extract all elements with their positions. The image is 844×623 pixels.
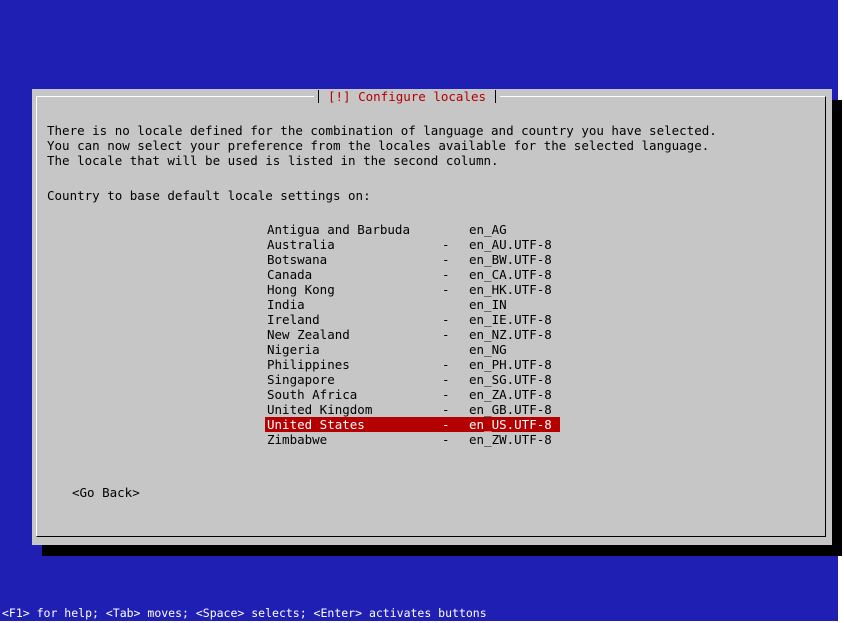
country-name: Botswana xyxy=(267,252,328,267)
locale-code: en_BW.UTF-8 xyxy=(469,252,552,267)
locale-code: en_SG.UTF-8 xyxy=(469,372,552,387)
help-status-bar: <F1> for help; <Tab> moves; <Space> sele… xyxy=(2,606,487,620)
country-name: Australia xyxy=(267,237,335,252)
country-list-item[interactable]: Singapore - en_SG.UTF-8 xyxy=(32,372,832,387)
country-separator: - xyxy=(442,327,450,342)
locale-code: en_IN xyxy=(469,297,507,312)
country-name: New Zealand xyxy=(267,327,350,342)
country-name: United States xyxy=(267,417,365,432)
country-list-item[interactable]: United Kingdom - en_GB.UTF-8 xyxy=(32,402,832,417)
country-name: Nigeria xyxy=(267,342,320,357)
country-separator: - xyxy=(442,432,450,447)
country-list-item[interactable]: Antigua and Barbuda en_AG xyxy=(32,222,832,237)
country-name: United Kingdom xyxy=(267,402,373,417)
country-name: Antigua and Barbuda xyxy=(267,222,410,237)
dialog-message-line: You can now select your preference from … xyxy=(47,138,710,153)
country-separator: - xyxy=(442,417,450,432)
locale-code: en_US.UTF-8 xyxy=(469,417,552,432)
country-separator: - xyxy=(442,312,450,327)
country-separator: - xyxy=(442,357,450,372)
dialog-title: [!] Configure locales xyxy=(314,89,501,104)
country-list-item[interactable]: Philippines - en_PH.UTF-8 xyxy=(32,357,832,372)
locale-code: en_NG xyxy=(469,342,507,357)
country-name: Ireland xyxy=(267,312,320,327)
country-list-item[interactable]: South Africa - en_ZA.UTF-8 xyxy=(32,387,832,402)
country-name: South Africa xyxy=(267,387,358,402)
country-name: Singapore xyxy=(267,372,335,387)
configure-locales-dialog: [!] Configure locales There is no locale… xyxy=(32,89,832,545)
country-list-item[interactable]: New Zealand - en_NZ.UTF-8 xyxy=(32,327,832,342)
go-back-button[interactable]: <Go Back> xyxy=(72,485,140,500)
locale-code: en_AG xyxy=(469,222,507,237)
country-name: Hong Kong xyxy=(267,282,335,297)
country-separator: - xyxy=(442,372,450,387)
locale-code: en_ZW.UTF-8 xyxy=(469,432,552,447)
country-name: Canada xyxy=(267,267,313,282)
country-list-item[interactable]: Canada - en_CA.UTF-8 xyxy=(32,267,832,282)
locale-code: en_NZ.UTF-8 xyxy=(469,327,552,342)
country-list-item[interactable]: India en_IN xyxy=(32,297,832,312)
country-list-item[interactable]: Zimbabwe - en_ZW.UTF-8 xyxy=(32,432,832,447)
dialog-message-line: The locale that will be used is listed i… xyxy=(47,153,499,168)
country-list-item[interactable]: Nigeria en_NG xyxy=(32,342,832,357)
locale-code: en_HK.UTF-8 xyxy=(469,282,552,297)
locale-code: en_PH.UTF-8 xyxy=(469,357,552,372)
country-list-item[interactable]: Ireland - en_IE.UTF-8 xyxy=(32,312,832,327)
locale-code: en_AU.UTF-8 xyxy=(469,237,552,252)
country-separator: - xyxy=(442,267,450,282)
country-list-item[interactable]: Australia - en_AU.UTF-8 xyxy=(32,237,832,252)
locale-code: en_GB.UTF-8 xyxy=(469,402,552,417)
country-list-item[interactable]: Botswana - en_BW.UTF-8 xyxy=(32,252,832,267)
country-name: Zimbabwe xyxy=(267,432,328,447)
locale-code: en_IE.UTF-8 xyxy=(469,312,552,327)
dialog-message-line: There is no locale defined for the combi… xyxy=(47,123,717,138)
locale-code: en_CA.UTF-8 xyxy=(469,267,552,282)
country-name: India xyxy=(267,297,305,312)
country-separator: - xyxy=(442,387,450,402)
country-list-item[interactable]: Hong Kong - en_HK.UTF-8 xyxy=(32,282,832,297)
country-separator: - xyxy=(442,252,450,267)
country-separator: - xyxy=(442,402,450,417)
locale-code: en_ZA.UTF-8 xyxy=(469,387,552,402)
country-separator: - xyxy=(442,282,450,297)
country-separator: - xyxy=(442,237,450,252)
country-list-item[interactable]: United States - en_US.UTF-8 xyxy=(32,417,832,432)
country-name: Philippines xyxy=(267,357,350,372)
country-prompt: Country to base default locale settings … xyxy=(47,188,371,203)
